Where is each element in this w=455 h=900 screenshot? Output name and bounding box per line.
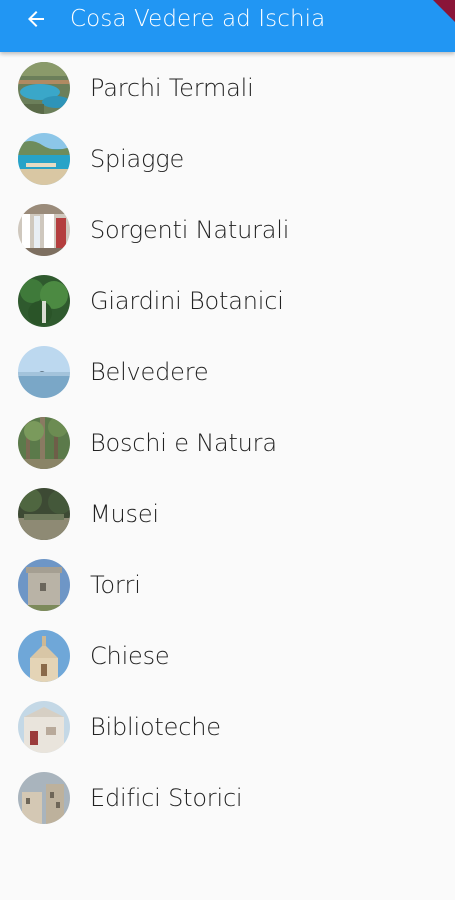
library-thumbnail [18,700,70,753]
list-item-boschi-e-natura[interactable]: Boschi e Natura [0,407,455,478]
list-item-label: Edifici Storici [90,783,243,812]
list-item-label: Belvedere [90,357,209,386]
thermal-park-thumbnail [18,61,70,114]
back-button[interactable] [0,0,72,52]
debug-banner [433,0,455,22]
natural-spring-thumbnail [18,203,70,256]
church-thumbnail [18,629,70,682]
list-item-label: Spiagge [90,144,185,173]
list-item-label: Torri [90,570,141,599]
list-item-label: Biblioteche [90,712,221,741]
page-title: Cosa Vedere ad Ischia [70,6,326,32]
list-item-belvedere[interactable]: Belvedere [0,336,455,407]
arrow-back-icon [28,11,44,27]
category-list: Parchi Termali Spiagge Sorgenti Naturali… [0,52,455,833]
beach-thumbnail [18,132,70,185]
list-item-label: Chiese [90,641,170,670]
botanical-garden-thumbnail [18,274,70,327]
list-item-chiese[interactable]: Chiese [0,620,455,691]
list-item-label: Giardini Botanici [90,286,284,315]
list-item-label: Musei [90,499,159,528]
list-item-musei[interactable]: Musei [0,478,455,549]
list-item-biblioteche[interactable]: Biblioteche [0,691,455,762]
list-item-giardini-botanici[interactable]: Giardini Botanici [0,265,455,336]
list-item-label: Boschi e Natura [90,428,277,457]
list-item-torri[interactable]: Torri [0,549,455,620]
forest-thumbnail [18,416,70,469]
tower-thumbnail [18,558,70,611]
list-item-label: Parchi Termali [90,73,254,102]
museum-thumbnail [18,487,70,540]
app-bar: Cosa Vedere ad Ischia [0,0,455,52]
list-item-label: Sorgenti Naturali [90,215,290,244]
list-item-parchi-termali[interactable]: Parchi Termali [0,52,455,123]
list-item-spiagge[interactable]: Spiagge [0,123,455,194]
list-item-sorgenti-naturali[interactable]: Sorgenti Naturali [0,194,455,265]
list-item-edifici-storici[interactable]: Edifici Storici [0,762,455,833]
viewpoint-thumbnail [18,345,70,398]
historic-building-thumbnail [18,771,70,824]
